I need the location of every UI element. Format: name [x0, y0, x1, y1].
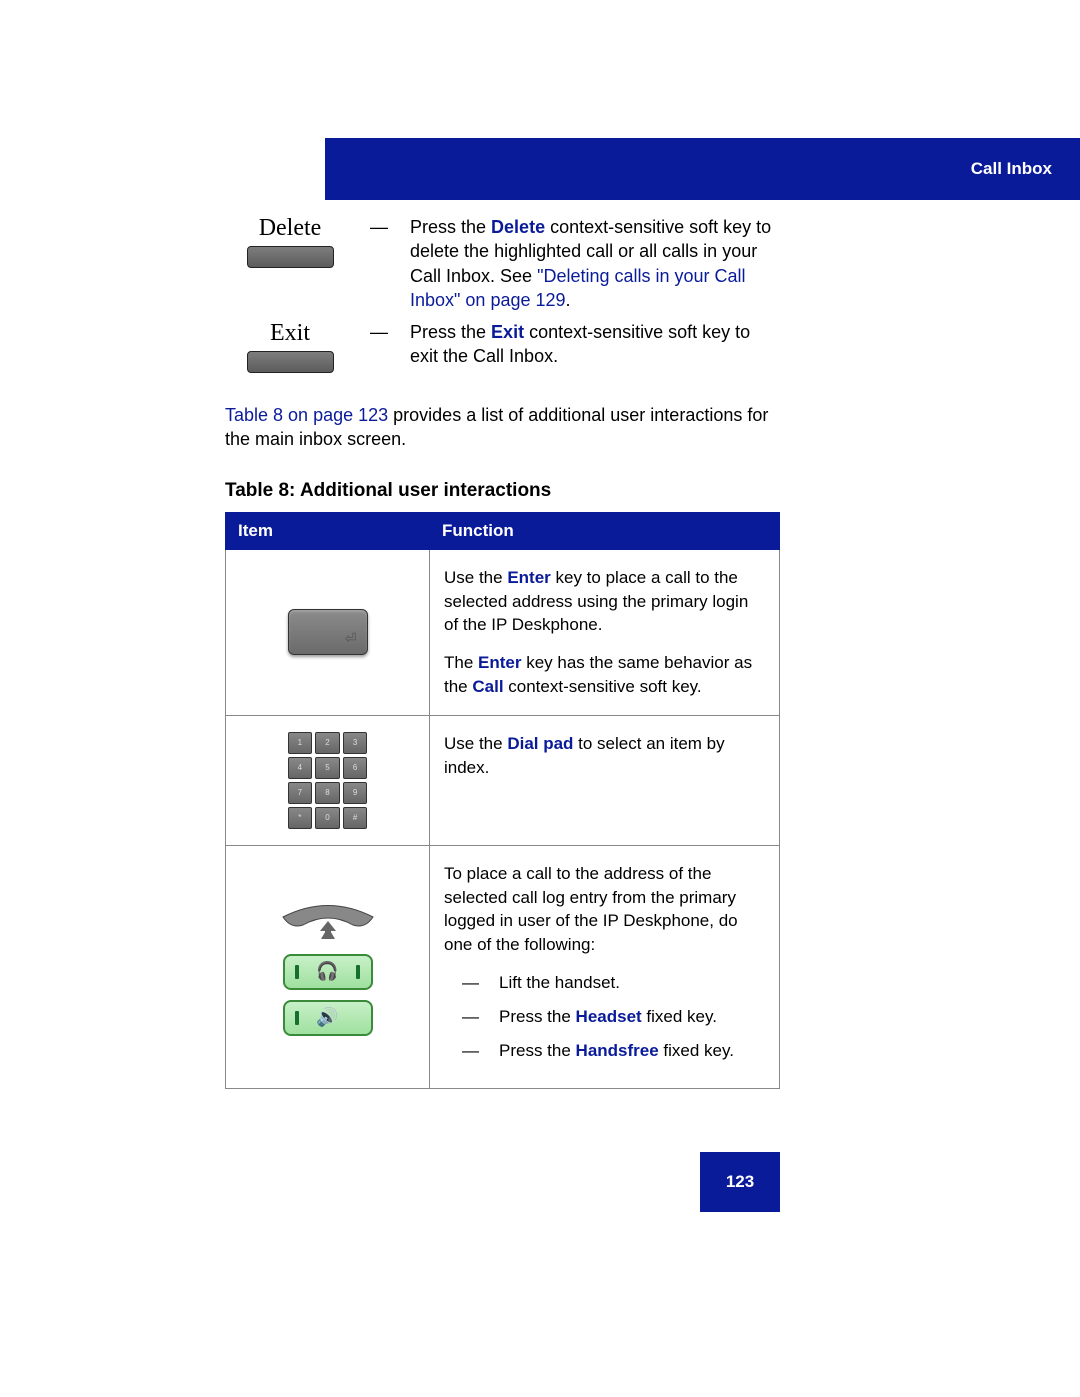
text: Press the — [499, 1041, 576, 1060]
table-row: 1 2 3 4 5 6 7 8 9 * 0 # Use t — [226, 715, 780, 845]
page: Call Inbox Delete — Press the Delete con… — [0, 0, 1080, 1397]
dialpad-key-icon: 6 — [343, 757, 368, 779]
dialpad-icon: 1 2 3 4 5 6 7 8 9 * 0 # — [288, 732, 368, 829]
bold-text: Call — [472, 677, 503, 696]
enter-key-desc: Use the Enter key to place a call to the… — [430, 549, 780, 715]
dash-icon: — — [462, 971, 479, 995]
text: fixed key. — [659, 1041, 734, 1060]
content-area: Delete — Press the Delete context-sensit… — [225, 215, 780, 1089]
list-item: — Press the Handsfree fixed key. — [444, 1039, 765, 1063]
text: context-sensitive soft key. — [504, 677, 702, 696]
paragraph: To place a call to the address of the se… — [444, 862, 765, 957]
dialpad-cell: 1 2 3 4 5 6 7 8 9 * 0 # — [226, 715, 430, 845]
page-number: 123 — [700, 1152, 780, 1212]
indicator-icon — [295, 965, 299, 979]
enter-key-icon — [288, 609, 368, 655]
delete-softkey-col: Delete — [225, 215, 355, 268]
text: Use the — [444, 568, 507, 587]
delete-softkey-desc: — Press the Delete context-sensitive sof… — [370, 215, 780, 312]
delete-softkey-label: Delete — [225, 215, 355, 242]
cross-ref-link[interactable]: Table 8 on page 123 — [225, 405, 388, 425]
table-header-item: Item — [226, 512, 430, 549]
table-row: 🎧 🔊 To place a call to the address of th… — [226, 845, 780, 1089]
indicator-icon — [356, 965, 360, 979]
enter-key-cell — [226, 549, 430, 715]
paragraph: The Enter key has the same behavior as t… — [444, 651, 765, 699]
list-item: — Press the Headset fixed key. — [444, 1005, 765, 1029]
bold-text: Delete — [491, 217, 545, 237]
header-title: Call Inbox — [971, 159, 1052, 179]
dialpad-key-icon: 0 — [315, 807, 340, 829]
dialpad-key-icon: 9 — [343, 782, 368, 804]
headset-button-icon: 🎧 — [283, 954, 373, 990]
bold-text: Headset — [576, 1007, 642, 1026]
handsfree-button-icon: 🔊 — [283, 1000, 373, 1036]
table-row: Use the Enter key to place a call to the… — [226, 549, 780, 715]
exit-softkey-label: Exit — [225, 320, 355, 347]
place-call-desc: To place a call to the address of the se… — [430, 845, 780, 1089]
delete-softkey-row: Delete — Press the Delete context-sensit… — [225, 215, 780, 312]
dash-icon: — — [462, 1039, 479, 1063]
exit-softkey-col: Exit — [225, 320, 355, 373]
interactions-table: Item Function Use the Enter key to place… — [225, 512, 780, 1090]
dash-icon: — — [370, 320, 398, 344]
handset-icons-group: 🎧 🔊 — [240, 899, 415, 1036]
dialpad-desc: Use the Dial pad to select an item by in… — [430, 715, 780, 845]
bold-text: Exit — [491, 322, 524, 342]
list-item: — Lift the handset. — [444, 971, 765, 995]
table-header-function: Function — [430, 512, 780, 549]
bold-text: Handsfree — [576, 1041, 659, 1060]
dialpad-key-icon: 4 — [288, 757, 313, 779]
indicator-icon — [295, 1011, 299, 1025]
dialpad-key-icon: 7 — [288, 782, 313, 804]
text: The — [444, 653, 478, 672]
text: Press the — [499, 1007, 576, 1026]
text: Press the — [410, 217, 491, 237]
handset-cell: 🎧 🔊 — [226, 845, 430, 1089]
table-header-row: Item Function — [226, 512, 780, 549]
text: Lift the handset. — [499, 973, 620, 992]
dash-icon: — — [370, 215, 398, 239]
exit-softkey-button-icon — [247, 351, 334, 373]
table-caption: Table 8: Additional user interactions — [225, 480, 780, 502]
dialpad-key-icon: * — [288, 807, 313, 829]
delete-softkey-button-icon — [247, 246, 334, 268]
text: fixed key. — [642, 1007, 717, 1026]
bold-text: Enter — [478, 653, 521, 672]
exit-softkey-desc: — Press the Exit context-sensitive soft … — [370, 320, 780, 369]
headset-glyph-icon: 🎧 — [316, 959, 338, 984]
header-band: Call Inbox — [325, 138, 1080, 200]
sub-list: — Lift the handset. — Press the Headset … — [444, 971, 765, 1062]
dialpad-key-icon: 3 — [343, 732, 368, 754]
bold-text: Enter — [507, 568, 550, 587]
text: Press the — [410, 322, 491, 342]
speaker-glyph-icon: 🔊 — [316, 1005, 338, 1030]
table-intro-paragraph: Table 8 on page 123 provides a list of a… — [225, 403, 780, 452]
dialpad-key-icon: 1 — [288, 732, 313, 754]
dialpad-key-icon: 8 — [315, 782, 340, 804]
bold-text: Dial pad — [507, 734, 573, 753]
text: Use the — [444, 734, 507, 753]
paragraph: Use the Enter key to place a call to the… — [444, 566, 765, 637]
text: . — [566, 290, 571, 310]
exit-softkey-row: Exit — Press the Exit context-sensitive … — [225, 320, 780, 373]
dash-icon: — — [462, 1005, 479, 1029]
dialpad-key-icon: 5 — [315, 757, 340, 779]
lift-handset-icon — [273, 899, 383, 944]
dialpad-key-icon: # — [343, 807, 368, 829]
dialpad-key-icon: 2 — [315, 732, 340, 754]
